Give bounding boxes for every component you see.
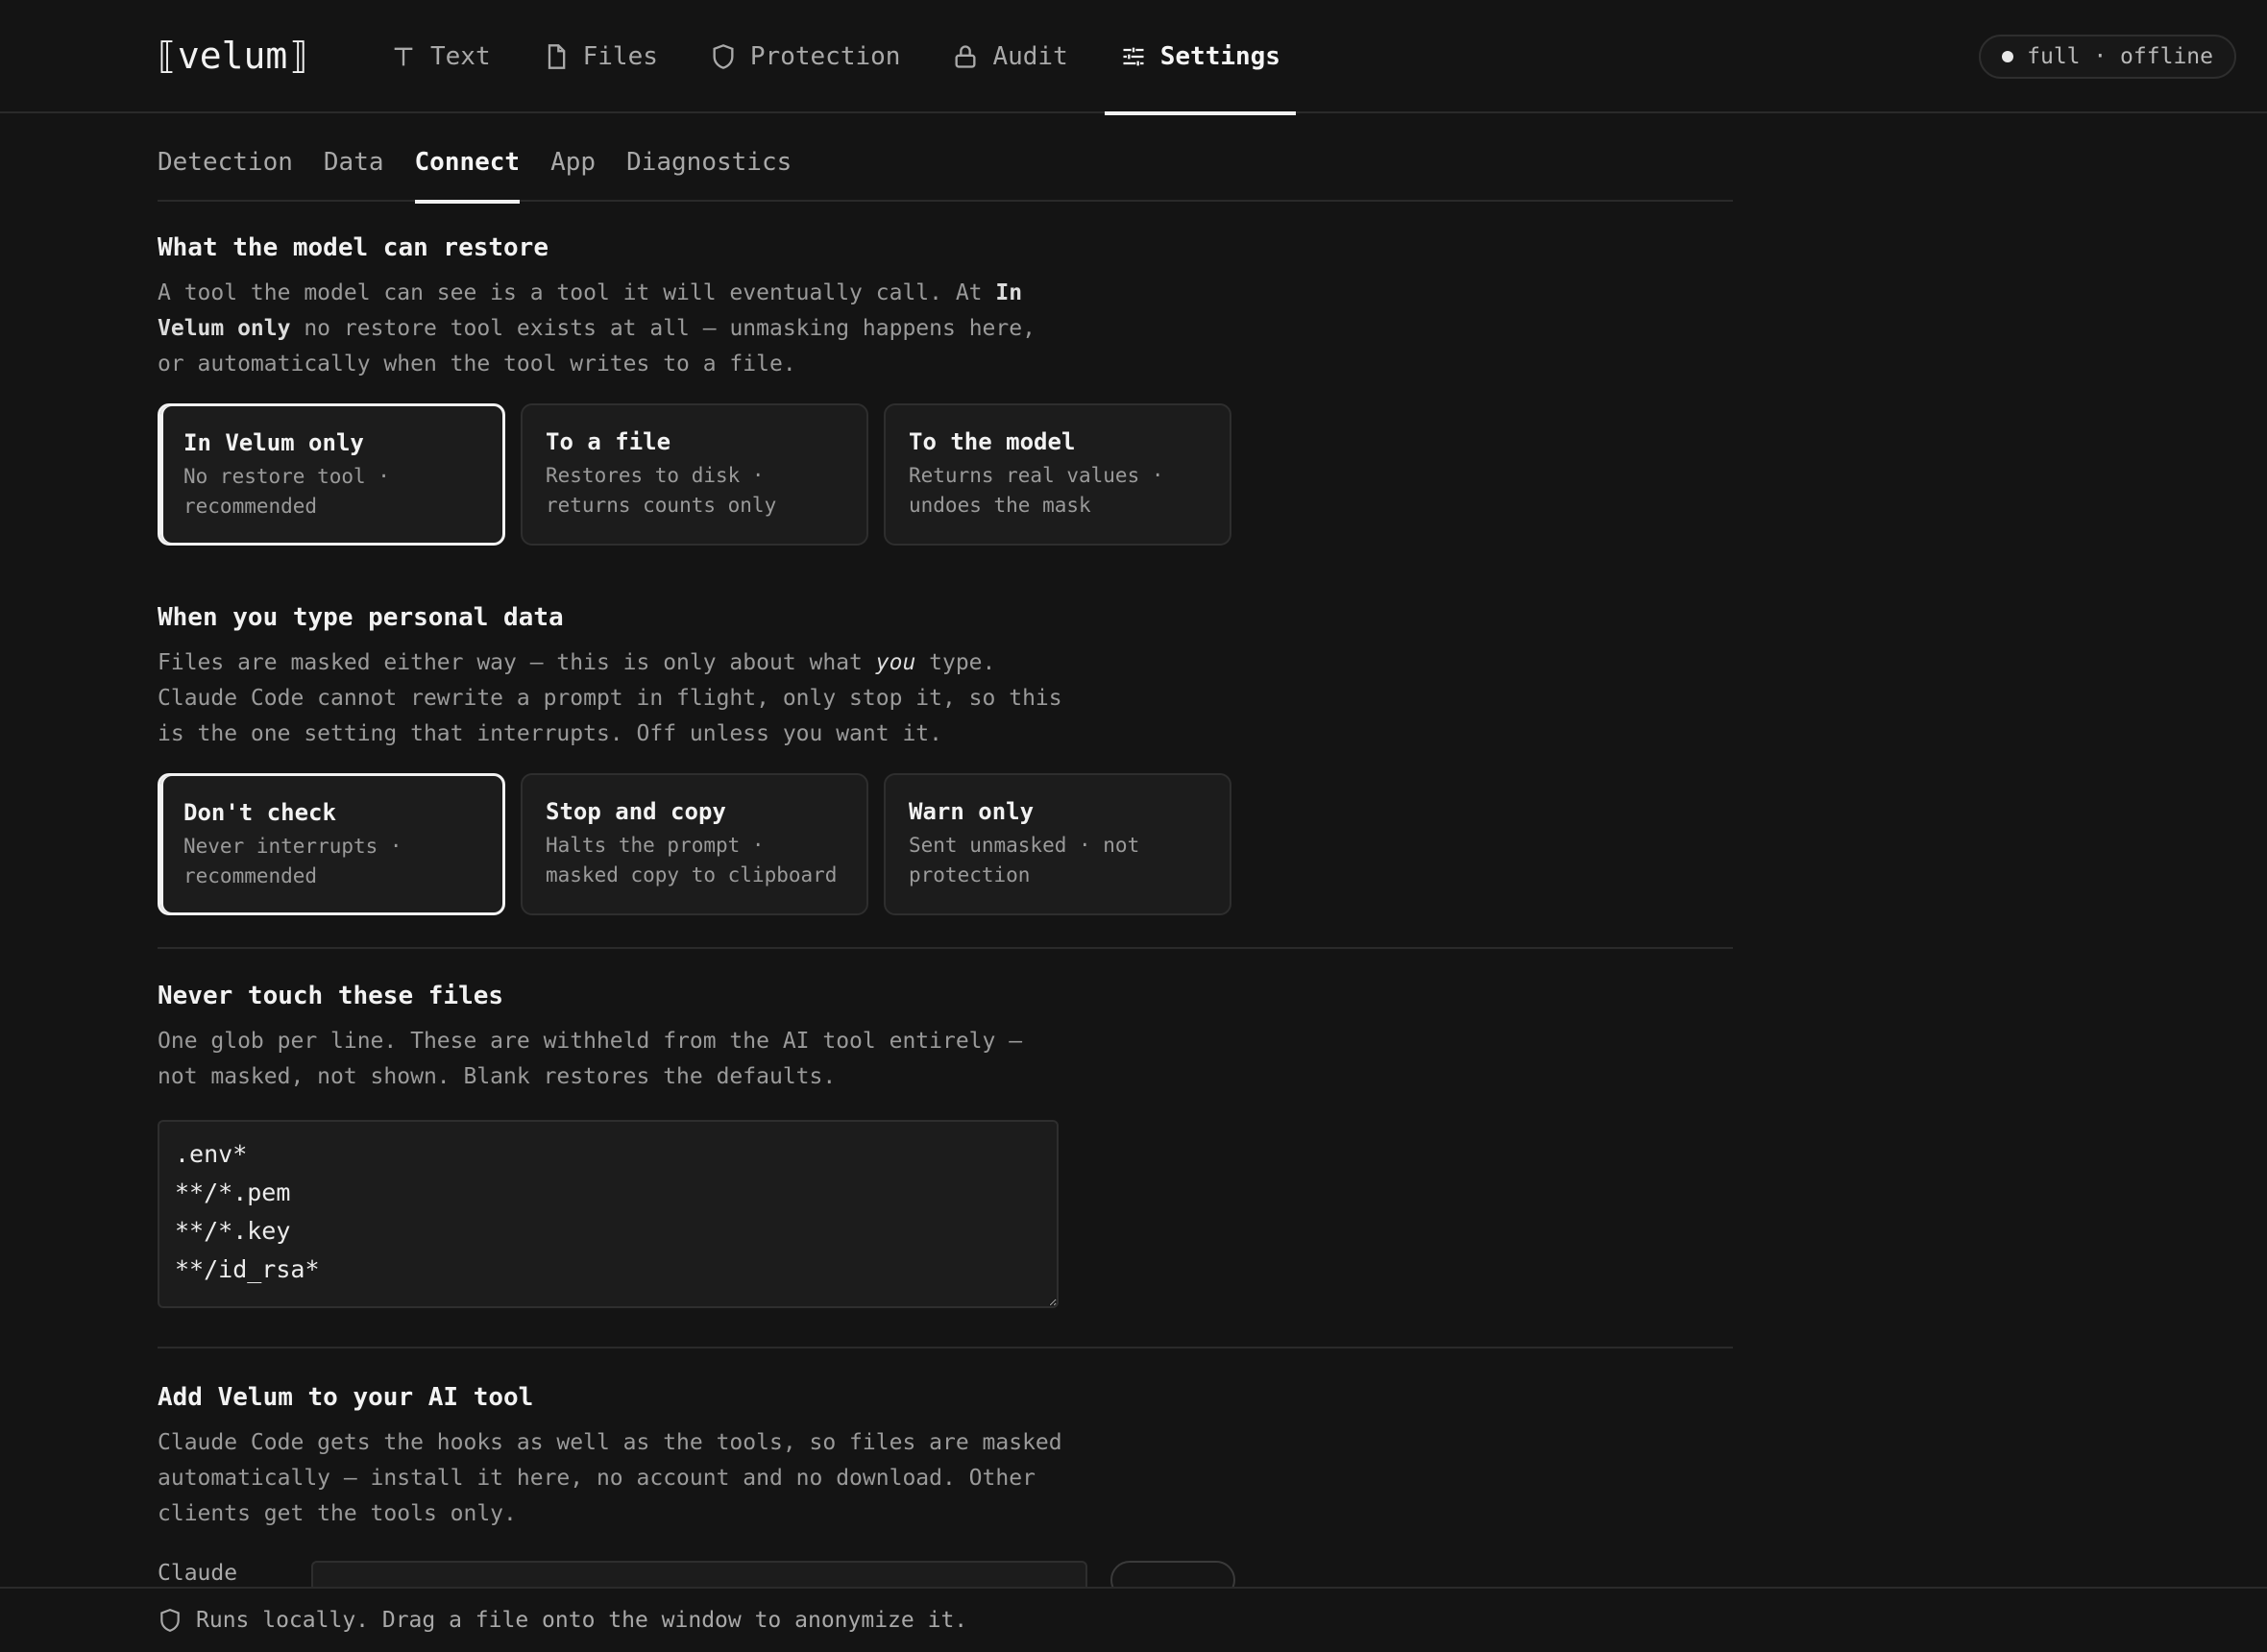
option-title: Warn only — [909, 798, 1035, 825]
section-description: A tool the model can see is a tool it wi… — [158, 276, 1060, 382]
shield-icon — [713, 44, 734, 69]
restore-options: In Velum only No restore tool · recommen… — [158, 403, 1733, 546]
option-title: Don't check — [183, 799, 336, 826]
option-subtitle: Restores to disk · returns counts only — [546, 464, 777, 517]
status-dot-icon — [2002, 51, 2014, 62]
subtab-detection[interactable]: Detection — [158, 148, 293, 202]
subtab-diagnostics[interactable]: Diagnostics — [626, 148, 792, 202]
section-title: Add Velum to your AI tool — [158, 1383, 534, 1412]
nav-tab-label: Settings — [1159, 42, 1280, 71]
option-title: To a file — [546, 428, 671, 455]
option-subtitle: Returns real values · undoes the mask — [909, 464, 1164, 517]
option-title: Stop and copy — [546, 798, 726, 825]
nav-tab-files[interactable]: Files — [527, 0, 673, 113]
lock-icon — [955, 45, 976, 68]
files-section: Never touch these files One glob per lin… — [158, 982, 1733, 1308]
section-description: Claude Code gets the hooks as well as th… — [158, 1430, 1062, 1526]
shield-icon — [160, 1609, 180, 1632]
section-description: Files are masked either way — this is on… — [158, 645, 1070, 752]
option-dont-check[interactable]: Don't check Never interrupts · recommend… — [158, 773, 505, 915]
section-title: What the model can restore — [158, 233, 548, 262]
settings-subtabs: Detection Data Connect App Diagnostics — [158, 113, 1733, 204]
nav-tab-label: Audit — [992, 42, 1068, 71]
sliders-icon — [1123, 47, 1144, 66]
nav-tab-settings[interactable]: Settings — [1104, 0, 1297, 115]
divider — [158, 1347, 1733, 1348]
option-subtitle: Halts the prompt · masked copy to clipbo… — [546, 834, 838, 887]
app-logo[interactable]: ⟦velum⟧ — [156, 35, 309, 77]
text-icon — [394, 47, 413, 66]
option-title: In Velum only — [183, 429, 364, 456]
client-label: Claude — [158, 1561, 238, 1586]
option-title: To the model — [909, 428, 1076, 455]
footer-text: Runs locally. Drag a file onto the windo… — [196, 1608, 968, 1633]
add-tool-section: Add Velum to your AI tool Claude Code ge… — [158, 1383, 1733, 1599]
divider — [158, 947, 1733, 949]
desc-text: Files are masked either way — this is on… — [158, 650, 876, 675]
status-badge[interactable]: full · offline — [1979, 35, 2236, 79]
restore-section: What the model can restore A tool the mo… — [158, 233, 1733, 546]
option-to-the-model[interactable]: To the model Returns real values · undoe… — [884, 403, 1231, 546]
section-title: When you type personal data — [158, 603, 564, 632]
typing-section: When you type personal data Files are ma… — [158, 603, 1733, 915]
nav-tab-protection[interactable]: Protection — [695, 0, 916, 113]
desc-text: no restore tool exists at all — unmaskin… — [158, 316, 1036, 377]
typing-options: Don't check Never interrupts · recommend… — [158, 773, 1733, 915]
subtab-data[interactable]: Data — [324, 148, 384, 202]
option-subtitle: Never interrupts · recommended — [183, 835, 402, 887]
footer-bar: Runs locally. Drag a file onto the windo… — [0, 1587, 2267, 1652]
option-warn-only[interactable]: Warn only Sent unmasked · not protection — [884, 773, 1231, 915]
option-subtitle: No restore tool · recommended — [183, 465, 390, 518]
nav-tab-label: Protection — [749, 42, 901, 71]
status-text: full · offline — [2027, 44, 2213, 69]
main-nav: Text Files Protection Audit Settings — [375, 0, 1317, 115]
nav-tab-label: Text — [430, 42, 491, 71]
desc-emphasis: you — [875, 650, 916, 675]
section-title: Never touch these files — [158, 982, 504, 1010]
option-subtitle: Sent unmasked · not protection — [909, 834, 1140, 887]
settings-content: Detection Data Connect App Diagnostics W… — [158, 113, 1733, 1599]
subtab-connect[interactable]: Connect — [414, 148, 520, 204]
nav-tab-label: Files — [582, 42, 658, 71]
top-bar: ⟦velum⟧ Text Files Protection Audit Sett… — [0, 0, 2267, 115]
option-in-velum-only[interactable]: In Velum only No restore tool · recommen… — [158, 403, 505, 546]
option-to-a-file[interactable]: To a file Restores to disk · returns cou… — [521, 403, 868, 546]
subtab-app[interactable]: App — [550, 148, 596, 202]
excluded-globs-input[interactable]: .env* **/*.pem **/*.key **/id_rsa* — [158, 1120, 1059, 1308]
desc-text: A tool the model can see is a tool it wi… — [158, 280, 996, 305]
nav-tab-audit[interactable]: Audit — [937, 0, 1083, 113]
nav-tab-text[interactable]: Text — [375, 0, 506, 113]
section-description: One glob per line. These are withheld fr… — [158, 1029, 1023, 1089]
file-icon — [548, 44, 565, 69]
option-stop-and-copy[interactable]: Stop and copy Halts the prompt · masked … — [521, 773, 868, 915]
